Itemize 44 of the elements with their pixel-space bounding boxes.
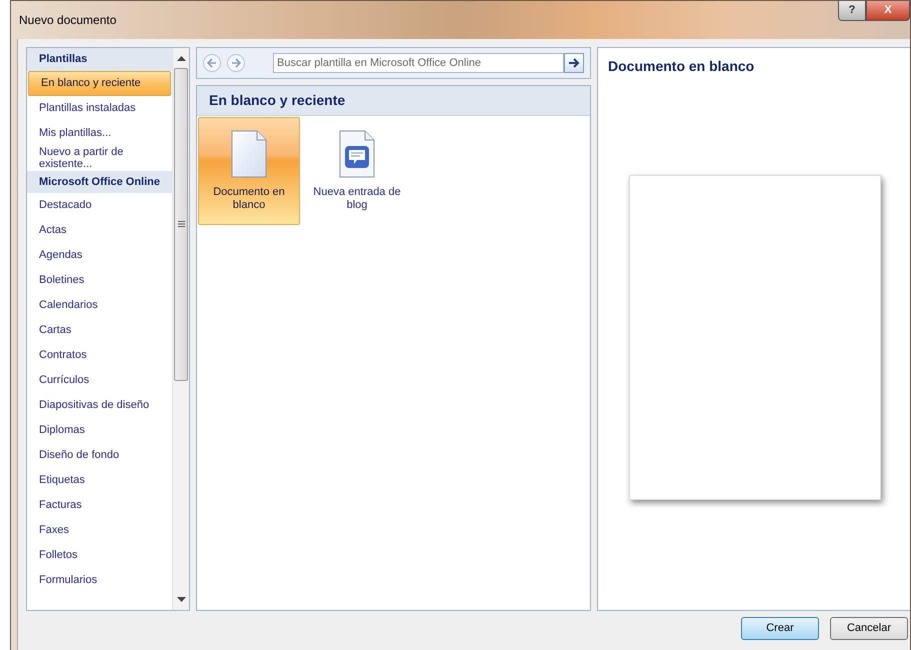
sidebar-item[interactable]: En blanco y reciente: [28, 70, 171, 96]
sidebar-item[interactable]: Plantillas instaladas: [27, 96, 172, 120]
sidebar-item[interactable]: Facturas: [27, 493, 172, 518]
left-arrow-icon: [207, 58, 217, 68]
sidebar-item[interactable]: Faxes: [27, 518, 172, 543]
preview-title: Documento en blanco: [607, 57, 756, 76]
section-header: Microsoft Office Online: [27, 170, 172, 193]
sidebar-item[interactable]: Etiquetas: [27, 468, 172, 493]
sidebar-item[interactable]: Contratos: [27, 343, 172, 368]
sidebar-item[interactable]: Formularios: [27, 568, 172, 593]
scrollbar-thumb[interactable]: [174, 68, 188, 381]
forward-button[interactable]: [227, 54, 245, 72]
template-tile[interactable]: Documento en blanco: [198, 117, 300, 225]
sidebar-item[interactable]: Nuevo a partir de existente...: [27, 146, 172, 170]
blank-document-icon: [231, 130, 267, 178]
sidebar-item[interactable]: Currículos: [27, 368, 172, 393]
sidebar-item[interactable]: Agendas: [27, 243, 172, 268]
window-title: Nuevo documento: [19, 12, 116, 29]
search-button[interactable]: [564, 53, 584, 73]
sidebar-item[interactable]: Boletines: [27, 268, 172, 293]
template-tile[interactable]: Nueva entrada de blog: [306, 117, 408, 225]
gallery-title: En blanco y reciente: [197, 86, 590, 116]
scrollbar[interactable]: [172, 48, 189, 610]
dialog-button[interactable]: Crear: [741, 617, 819, 640]
dialog-button[interactable]: Cancelar: [830, 617, 908, 640]
sidebar-item[interactable]: Actas: [27, 218, 172, 243]
sidebar-item[interactable]: Destacado: [27, 193, 172, 218]
sidebar-item[interactable]: Diplomas: [27, 418, 172, 443]
blog-document-icon: [339, 130, 375, 178]
sidebar-item[interactable]: Diseño de fondo: [27, 443, 172, 468]
sidebar-item[interactable]: Folletos: [27, 543, 172, 568]
sidebar-item[interactable]: Calendarios: [27, 293, 172, 318]
sidebar-item[interactable]: Diapositivas de diseño: [27, 393, 172, 418]
grip-icon: [178, 221, 185, 227]
back-button[interactable]: [203, 54, 221, 72]
section-header: Plantillas: [27, 48, 172, 70]
scroll-down-icon[interactable]: [177, 597, 186, 602]
right-arrow-icon: [231, 58, 241, 68]
help-button[interactable]: ?: [838, 1, 866, 21]
search-field[interactable]: Buscar plantilla en Microsoft Office Online: [273, 53, 564, 73]
sidebar-item[interactable]: Cartas: [27, 318, 172, 343]
sidebar-item[interactable]: Mis plantillas...: [27, 120, 172, 146]
right-arrow-icon: [568, 58, 580, 68]
scroll-up-icon[interactable]: [177, 56, 186, 61]
